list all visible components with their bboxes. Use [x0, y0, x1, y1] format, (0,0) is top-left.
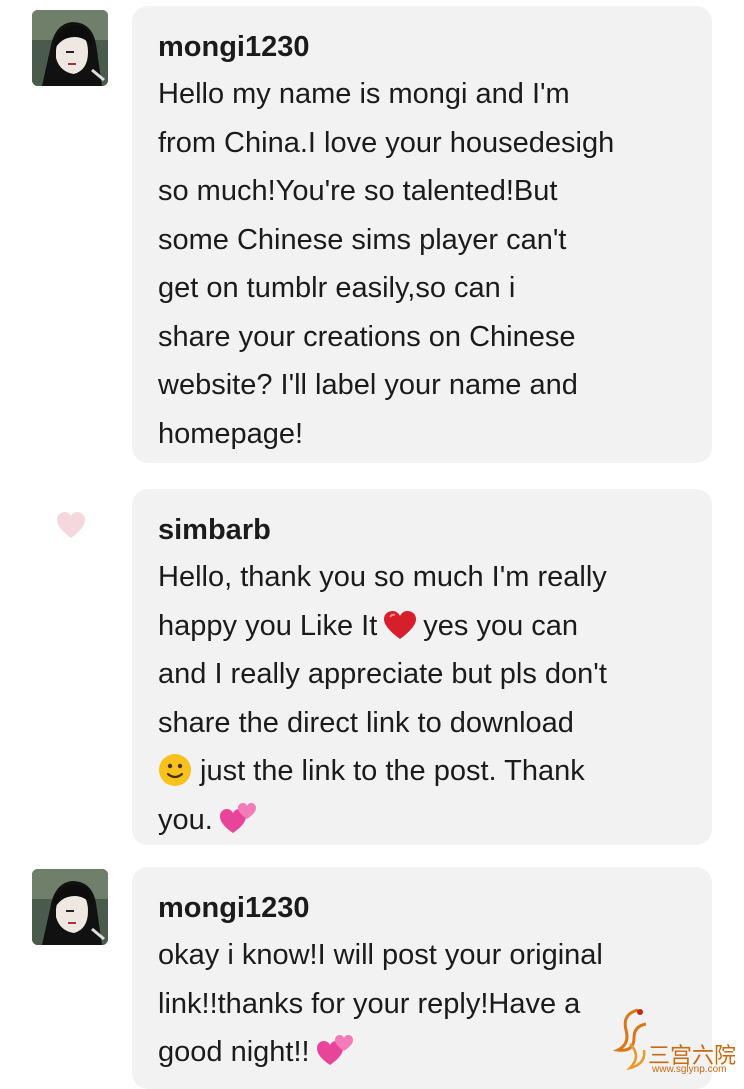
message-bubble: simbarb Hello, thank you so much I'm rea…	[132, 489, 712, 845]
user-avatar[interactable]	[32, 869, 108, 945]
message-line-segment: just the link to the post. Thank	[200, 755, 585, 787]
message-text: Hello, thank you so much I'm really happ…	[158, 553, 686, 844]
message-line: so much!You're so talented!But	[158, 175, 558, 207]
message-line: link!!thanks for your reply!Have a	[158, 987, 581, 1020]
message-text: okay i know!I will post your original li…	[158, 931, 686, 1077]
two-hearts-emoji	[219, 801, 257, 835]
heart-icon[interactable]	[56, 511, 86, 541]
message-line: get on tumblr easily,so can i	[158, 272, 516, 304]
message-line: some Chinese sims player can't	[158, 223, 567, 256]
message-line: just the link to the post. Thank	[158, 747, 686, 796]
message-line: from China.I love your housedesigh	[158, 126, 615, 159]
message-line: you.	[158, 796, 686, 845]
user-avatar[interactable]	[32, 10, 108, 86]
watermark-url: www.sglynp.com	[652, 1064, 727, 1075]
message-bubble: mongi1230 Hello my name is mongi and I'm…	[132, 6, 712, 463]
message-text: Hello my name is mongi and I'm from Chin…	[158, 70, 686, 458]
message-line: Hello my name is mongi and I'm	[158, 78, 570, 110]
watermark-logo: 三宫六院 www.sglynp.com	[608, 1004, 742, 1080]
avatar-illustration	[32, 869, 108, 945]
message-line: share your creations on Chinese	[158, 320, 576, 353]
message-line-segment: happy you Like It	[158, 609, 378, 642]
message-username[interactable]: mongi1230	[158, 28, 686, 66]
slight-smile-emoji	[158, 753, 192, 787]
message-line: Hello, thank you so much I'm really	[158, 561, 607, 593]
message-line: homepage!	[158, 417, 304, 450]
message-line: good night!!	[158, 1028, 686, 1077]
message-line-segment: yes you can	[423, 609, 579, 642]
message-line: happy you Like It yes you can	[158, 602, 686, 651]
two-hearts-emoji	[316, 1033, 354, 1067]
avatar-illustration	[32, 10, 108, 86]
message-line: share the direct link to download	[158, 706, 574, 739]
message-line-segment: you.	[158, 803, 213, 836]
red-heart-emoji	[383, 607, 417, 639]
message-line-segment: good night!!	[158, 1036, 310, 1068]
message-line: and I really appreciate but pls don't	[158, 658, 607, 690]
message-line: website? I'll label your name and	[158, 369, 578, 401]
message-username[interactable]: simbarb	[158, 511, 686, 549]
message-line: okay i know!I will post your original	[158, 939, 603, 971]
message-username[interactable]: mongi1230	[158, 889, 686, 927]
message-thread: mongi1230 Hello my name is mongi and I'm…	[0, 0, 744, 1089]
